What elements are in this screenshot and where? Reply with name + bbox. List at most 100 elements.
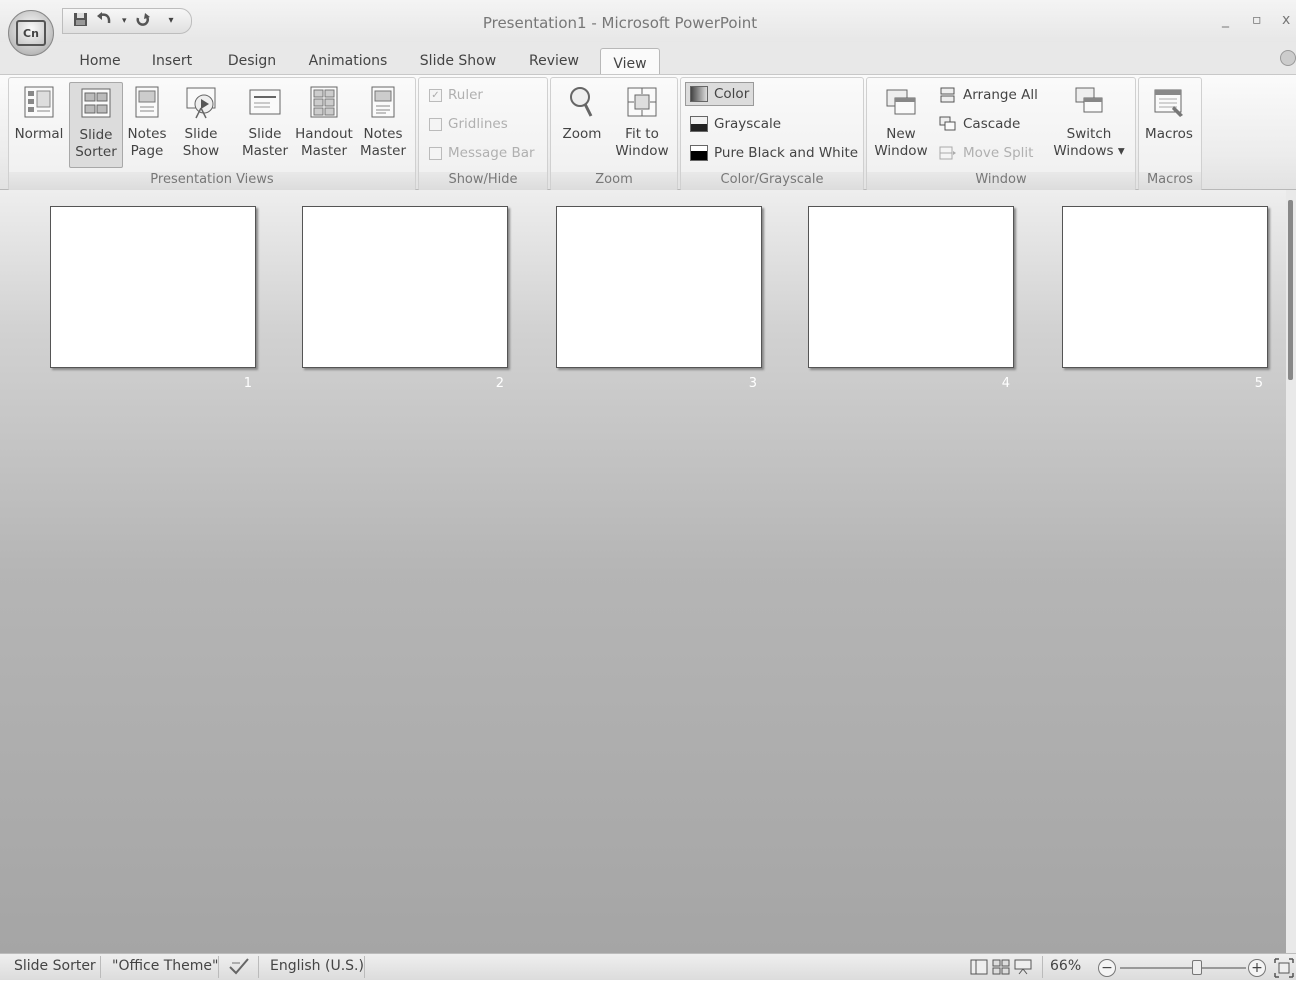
office-button[interactable]: Cn [8, 10, 54, 56]
cascade-button[interactable]: Cascade [939, 113, 1020, 135]
fit-to-window-icon [627, 87, 657, 117]
ruler-checkbox[interactable]: ✓ Ruler [429, 84, 483, 106]
notes-page-icon [135, 86, 159, 118]
office-logo-icon: Cn [16, 20, 46, 46]
group-label: Macros [1139, 172, 1201, 190]
handout-master-icon [310, 86, 338, 118]
tab-slide-show[interactable]: Slide Show [410, 48, 506, 74]
switch-windows-icon [1075, 87, 1103, 113]
slide-thumbnail[interactable] [302, 206, 508, 368]
macros-button[interactable]: Macros [1141, 82, 1197, 166]
view-shortcuts [970, 959, 1032, 979]
notes-master-button[interactable]: Notes Master [357, 82, 409, 166]
move-split-icon [939, 146, 956, 160]
gridlines-checkbox[interactable]: Gridlines [429, 113, 508, 135]
ribbon: Normal Slide Sorter Notes Page Slide Sho… [0, 74, 1296, 191]
slide-number: 2 [495, 376, 504, 391]
slide-thumbnail[interactable] [1062, 206, 1268, 368]
slide-master-button[interactable]: Slide Master [237, 82, 293, 166]
window-title: Presentation1 - Microsoft PowerPoint [482, 14, 758, 32]
divider [100, 956, 101, 978]
tab-review[interactable]: Review [522, 48, 586, 74]
pure-black-white-button[interactable]: Pure Black and White [690, 142, 858, 164]
vertical-scrollbar[interactable] [1286, 190, 1296, 953]
color-button[interactable]: Color [685, 82, 755, 106]
checkbox-checked-icon: ✓ [429, 88, 442, 102]
normal-view-icon[interactable] [970, 959, 988, 979]
zoom-button[interactable]: Zoom [555, 82, 609, 166]
divider [218, 956, 219, 978]
switch-windows-button[interactable]: Switch Windows ▾ [1049, 82, 1129, 166]
zoom-slider-thumb[interactable] [1192, 960, 1202, 975]
group-window: New Window Arrange All Cascade Move Spli… [866, 77, 1136, 191]
group-presentation-views: Normal Slide Sorter Notes Page Slide Sho… [8, 77, 416, 191]
slide-show-view-icon[interactable] [1014, 959, 1032, 979]
macros-icon [1154, 89, 1183, 117]
undo-icon[interactable] [96, 12, 114, 30]
restore-button[interactable]: ▫ [1252, 12, 1262, 28]
zoom-in-button[interactable]: + [1248, 959, 1266, 977]
magnifier-icon [570, 87, 593, 117]
divider [1042, 956, 1043, 978]
status-bar: Slide Sorter "Office Theme" English (U.S… [0, 953, 1296, 980]
slide-thumbnail[interactable] [556, 206, 762, 368]
language-indicator[interactable]: English (U.S.) [270, 958, 364, 974]
cascade-icon [939, 116, 956, 131]
fit-slide-icon[interactable] [1274, 958, 1294, 982]
message-bar-checkbox[interactable]: Message Bar [429, 142, 535, 164]
new-window-button[interactable]: New Window [871, 82, 931, 166]
checkbox-icon [429, 117, 442, 131]
slide-thumbnail[interactable] [50, 206, 256, 368]
grayscale-button[interactable]: Grayscale [690, 113, 781, 135]
zoom-slider-track[interactable] [1120, 967, 1246, 969]
quick-access-toolbar: ▾ ▾ [62, 8, 192, 34]
customize-toolbar-icon[interactable]: ▾ [169, 16, 174, 26]
divider [258, 956, 259, 978]
slide-sorter-icon [81, 88, 111, 118]
move-split-button[interactable]: Move Split [939, 142, 1033, 164]
slide-number: 5 [1254, 376, 1263, 391]
tab-animations[interactable]: Animations [302, 48, 394, 74]
slide-show-button[interactable]: Slide Show [175, 82, 227, 166]
fit-to-window-button[interactable]: Fit to Window [611, 82, 673, 166]
slide-thumbnail[interactable] [808, 206, 1014, 368]
undo-dropdown-icon[interactable]: ▾ [122, 16, 127, 26]
slide-number: 3 [748, 376, 757, 391]
group-label: Color/Grayscale [681, 172, 863, 190]
group-label: Show/Hide [419, 172, 547, 190]
normal-view-icon [24, 86, 54, 118]
slide-master-icon [249, 89, 281, 115]
minimize-button[interactable]: _ [1222, 12, 1229, 28]
group-zoom: Zoom Fit to Window Zoom [550, 77, 678, 191]
slide-sorter-view-icon[interactable] [992, 959, 1010, 979]
normal-view-button[interactable]: Normal [11, 82, 67, 166]
zoom-level[interactable]: 66% [1050, 958, 1081, 974]
notes-master-icon [371, 86, 395, 118]
view-indicator: Slide Sorter [14, 958, 96, 974]
slide-number: 1 [243, 376, 252, 391]
tab-home[interactable]: Home [72, 48, 128, 74]
close-button[interactable]: x [1282, 12, 1290, 28]
group-label: Zoom [551, 172, 677, 190]
arrange-all-icon [940, 87, 955, 103]
scrollbar-thumb[interactable] [1288, 200, 1293, 380]
theme-indicator: "Office Theme" [112, 958, 219, 974]
divider [364, 956, 365, 978]
help-icon[interactable] [1280, 50, 1296, 66]
spelling-check-icon[interactable] [228, 957, 250, 979]
group-macros: Macros Macros [1138, 77, 1202, 191]
zoom-out-button[interactable]: − [1098, 959, 1116, 977]
arrange-all-button[interactable]: Arrange All [939, 84, 1038, 106]
notes-page-button[interactable]: Notes Page [123, 82, 171, 166]
group-color-grayscale: Color Grayscale Pure Black and White Col… [680, 77, 864, 191]
group-label: Window [867, 172, 1135, 190]
redo-icon[interactable] [135, 12, 151, 30]
color-swatch-icon [690, 86, 708, 102]
handout-master-button[interactable]: Handout Master [293, 82, 355, 166]
slide-sorter-button[interactable]: Slide Sorter [69, 82, 123, 168]
grayscale-swatch-icon [690, 116, 708, 132]
save-icon[interactable] [73, 12, 88, 30]
tab-insert[interactable]: Insert [144, 48, 200, 74]
group-label: Presentation Views [9, 172, 415, 190]
tab-design[interactable]: Design [220, 48, 284, 74]
